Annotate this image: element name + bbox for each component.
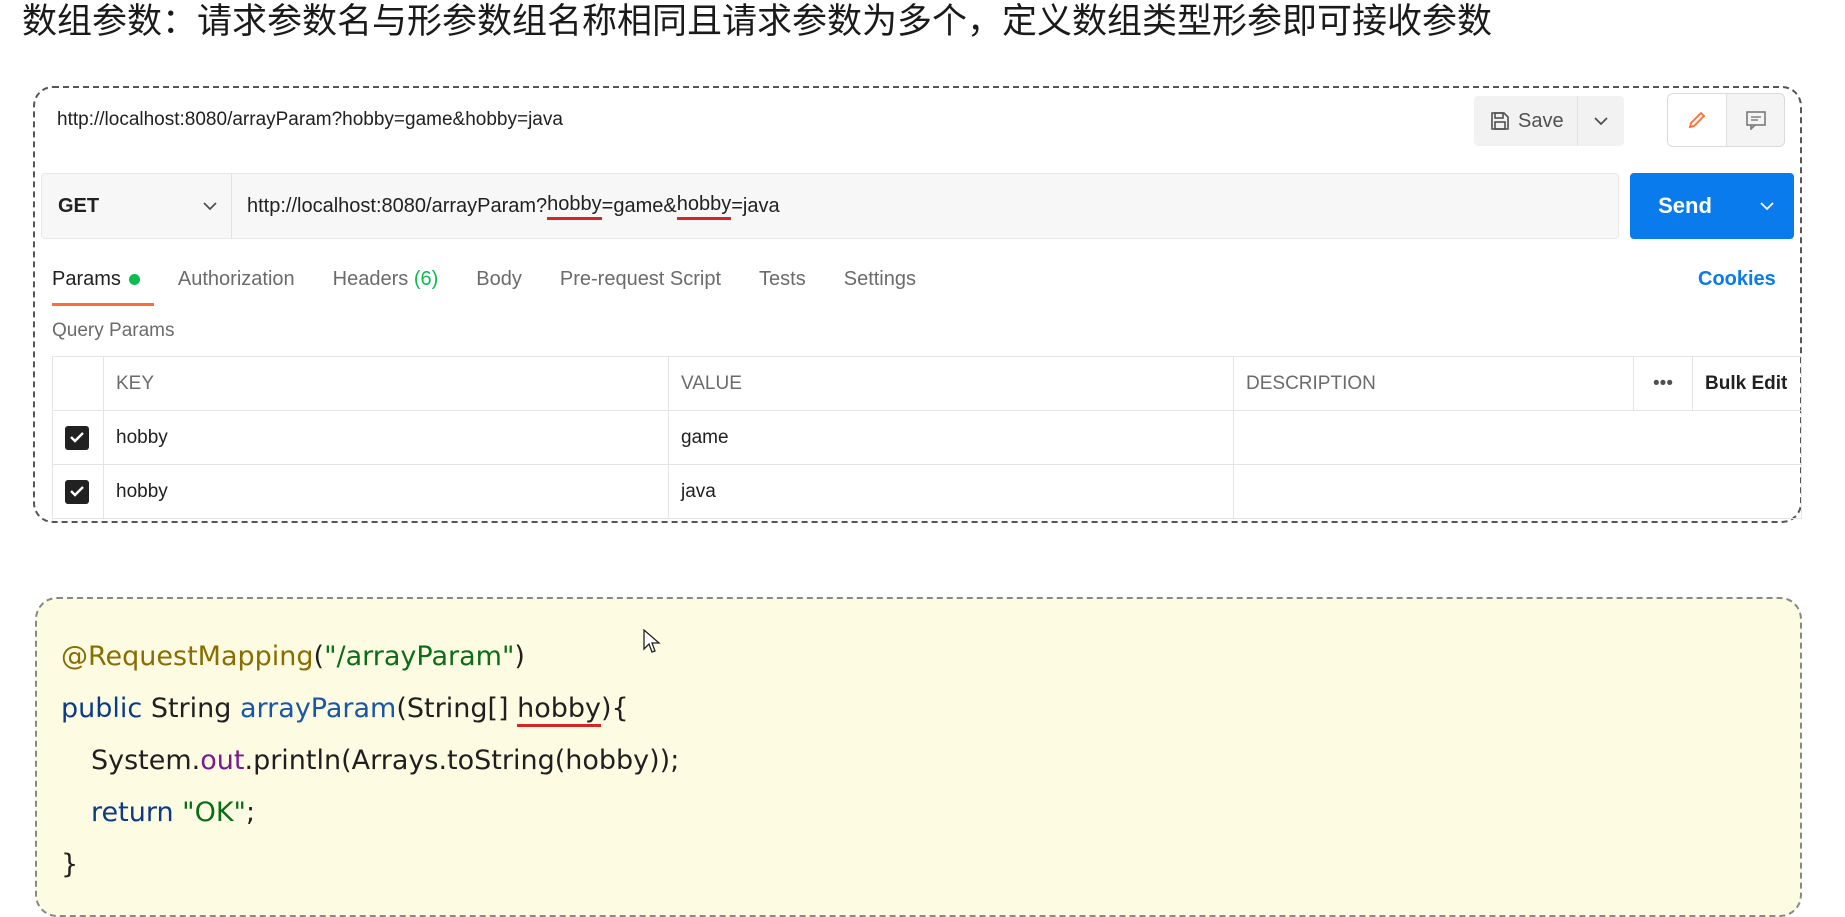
send-label: Send [1658,193,1712,218]
code-params-close: ){ [601,693,629,724]
tab-params-label: Params [52,268,121,290]
tab-headers-label: Headers [332,268,409,290]
row-key[interactable]: hobby [103,464,669,519]
row-description[interactable] [1233,410,1802,465]
request-title[interactable]: http://localhost:8080/arrayParam?hobby=g… [57,109,563,131]
code-params-open: (String[] [396,693,518,724]
code-paren: ( [313,641,325,672]
edit-mode-button[interactable] [1668,94,1727,146]
row-key[interactable]: hobby [103,410,669,465]
code-param-hobby: hobby [517,693,602,727]
comments-button[interactable] [1727,94,1784,146]
key-column-header: KEY [103,356,669,411]
tab-authorization[interactable]: Authorization [178,262,295,296]
row-checkbox[interactable] [65,425,89,450]
query-params-label: Query Params [52,320,175,341]
value-column-header: VALUE [668,356,1234,411]
row-value[interactable]: game [668,410,1234,465]
url-bar: GET http://localhost:8080/arrayParam? hob… [41,173,1619,239]
url-key-hobby-1: hobby [547,193,602,220]
code-line-annotation: @RequestMapping("/arrayParam") [61,641,525,672]
pencil-icon [1688,111,1706,129]
code-system: System. [91,745,201,776]
cookies-link[interactable]: Cookies [1698,268,1776,291]
tab-params[interactable]: Params [52,262,154,306]
view-toggle [1667,93,1785,147]
checkmark-icon [70,486,84,497]
url-input[interactable]: http://localhost:8080/arrayParam? hobby =g… [247,174,780,238]
more-options-button[interactable]: ••• [1633,356,1693,411]
code-line-close: } [61,849,79,880]
code-semicolon: ; [245,797,256,828]
table-row: hobby java [52,464,1802,519]
chevron-down-icon [1760,201,1774,210]
request-tabs: Params Authorization Headers (6) Body Pr… [52,262,954,306]
code-line-return: return "OK"; [91,797,255,828]
checkbox-column-header [52,356,104,411]
chevron-down-icon [203,201,217,210]
code-block: @RequestMapping("/arrayParam") public St… [35,597,1802,917]
url-mid: =game& [601,194,677,217]
row-description[interactable] [1233,464,1802,519]
row-checkbox-cell [52,410,104,465]
url-key-hobby-2: hobby [676,193,732,220]
row-value[interactable]: java [668,464,1234,519]
row-checkbox[interactable] [65,479,89,504]
code-keyword-public: public [61,693,143,724]
table-header-row: KEY VALUE DESCRIPTION ••• Bulk Edit [52,356,1802,411]
description-column-header: DESCRIPTION [1233,356,1634,411]
params-active-dot [128,274,140,286]
url-suffix: =java [731,194,780,217]
save-button[interactable]: Save [1474,96,1577,146]
code-method-name: arrayParam [240,693,397,724]
code-line-println: System.out.println(Arrays.toString(hobby… [91,745,679,776]
code-annotation: @RequestMapping [61,641,314,672]
url-prefix: http://localhost:8080/arrayParam? [247,194,548,217]
method-label: GET [58,194,100,217]
code-out-field: out [200,745,245,776]
send-button[interactable]: Send [1630,173,1794,239]
code-paren: ) [514,641,525,672]
page-heading: 数组参数：请求参数名与形参数组名称相同且请求参数为多个，定义数组类型形参即可接收… [22,2,1493,42]
method-select[interactable]: GET [42,174,232,238]
code-return-type: String [142,693,240,724]
code-keyword-return: return [91,797,174,828]
bulk-edit-button[interactable]: Bulk Edit [1692,356,1802,411]
tab-prerequest-script[interactable]: Pre-request Script [560,262,721,296]
checkmark-icon [70,432,84,443]
mouse-cursor-icon [643,629,661,653]
save-icon [1491,112,1509,130]
tab-tests[interactable]: Tests [759,262,806,296]
query-params-table: KEY VALUE DESCRIPTION ••• Bulk Edit hobb… [52,356,1802,519]
code-return-string: "OK" [173,797,246,828]
comment-icon [1745,111,1766,130]
save-label: Save [1518,109,1564,132]
row-checkbox-cell [52,464,104,519]
code-mapping-string: "/arrayParam" [324,641,515,672]
headers-count: (6) [413,268,439,290]
tab-body[interactable]: Body [476,262,522,296]
chevron-down-icon [1594,116,1608,125]
save-button-group: Save [1474,96,1624,146]
save-options-dropdown[interactable] [1577,96,1624,146]
tab-headers[interactable]: Headers (6) [333,262,439,296]
code-println-call: .println(Arrays.toString(hobby)); [244,745,680,776]
table-row: hobby game [52,410,1802,465]
code-line-signature: public String arrayParam(String[] hobby)… [61,693,629,727]
send-options-dropdown[interactable] [1740,173,1794,239]
tab-settings[interactable]: Settings [844,262,916,296]
